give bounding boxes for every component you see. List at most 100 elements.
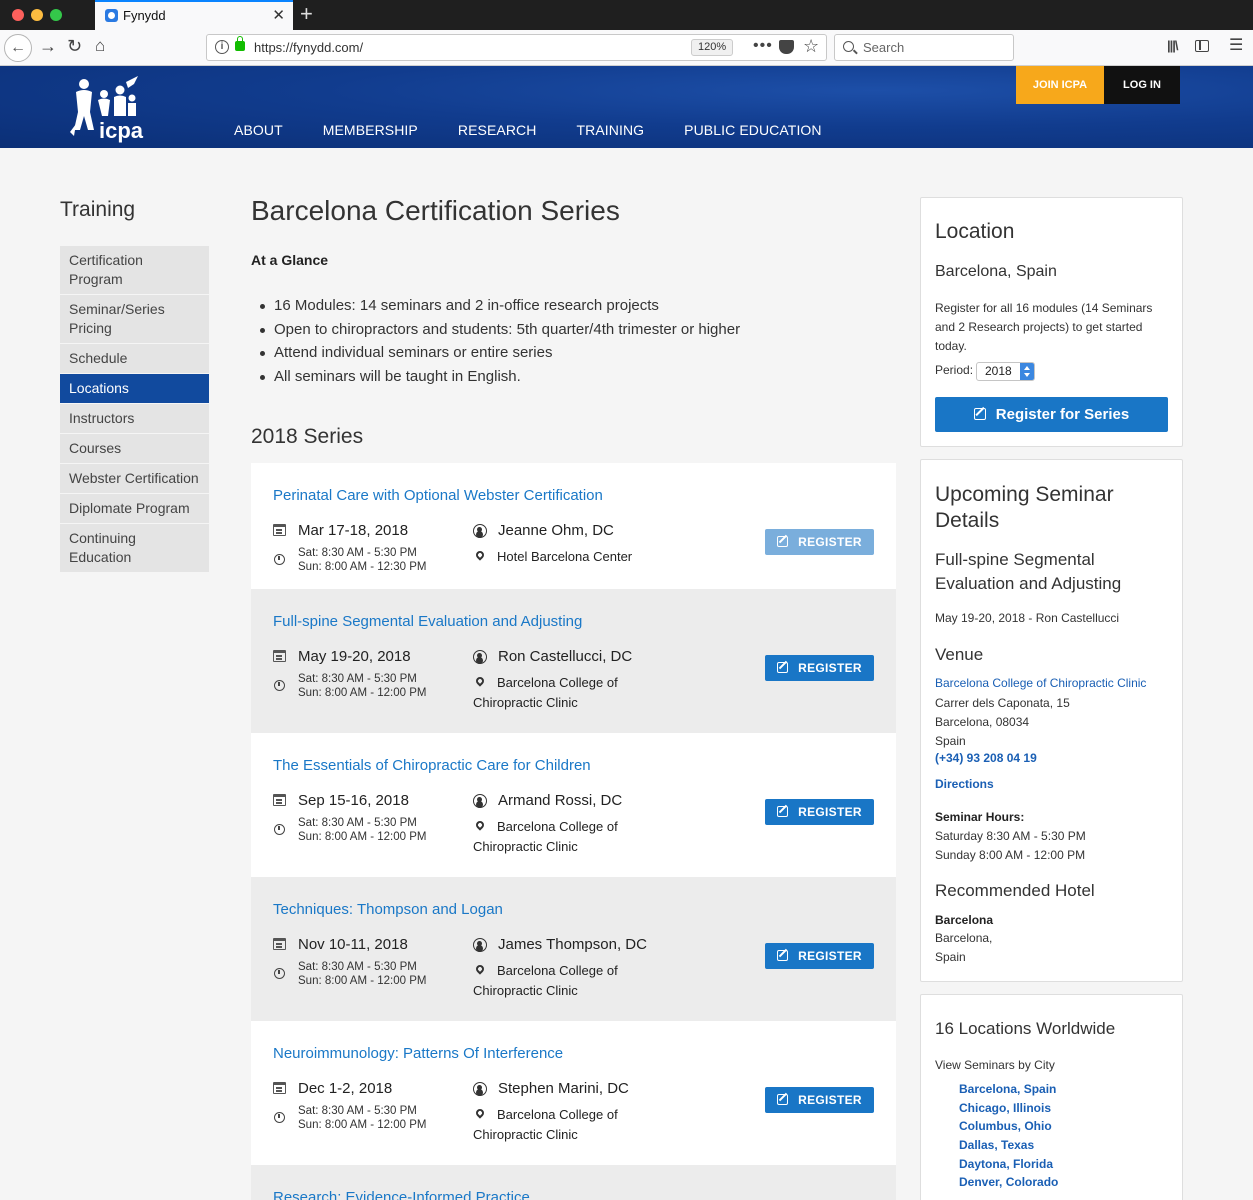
- login-button[interactable]: LOG IN: [1104, 66, 1180, 104]
- edit-icon: [777, 806, 789, 817]
- seminar-title[interactable]: Full-spine Segmental Evaluation and Adju…: [273, 613, 582, 630]
- browser-toolbar: ← → ↻ ⌂ i https://fynydd.com/ 120% ••• ☆…: [0, 30, 1253, 66]
- seminar-title[interactable]: The Essentials of Chiropractic Care for …: [273, 757, 591, 774]
- user-icon: [473, 1082, 487, 1096]
- forward-icon[interactable]: →: [39, 36, 57, 57]
- hamburger-menu-icon[interactable]: ☰: [1229, 35, 1243, 55]
- seminar-title[interactable]: Techniques: Thompson and Logan: [273, 901, 503, 918]
- close-window-icon[interactable]: [12, 9, 24, 21]
- seminar-card: Neuroimmunology: Patterns Of Interferenc…: [251, 1021, 896, 1165]
- library-icon[interactable]: |||\: [1167, 38, 1178, 53]
- nav-research[interactable]: RESEARCH: [458, 122, 537, 138]
- seminar-date: Nov 10-11, 2018: [298, 936, 408, 953]
- list-item: Attend individual seminars or entire ser…: [260, 344, 740, 368]
- seminar-sun-hours: Sun: 8:00 AM - 12:00 PM: [298, 830, 427, 843]
- zoom-indicator[interactable]: 120%: [691, 39, 734, 56]
- seminar-hours: Sat: 8:30 AM - 5:30 PM Sun: 8:00 AM - 12…: [298, 961, 427, 988]
- location-panel: Location Barcelona, Spain Register for a…: [920, 197, 1183, 447]
- sidebar-title: Training: [60, 198, 136, 221]
- close-tab-icon[interactable]: ✕: [272, 6, 285, 24]
- venue-phone-link[interactable]: (+34) 93 208 04 19: [935, 751, 1037, 765]
- sidebar-item-certification-program[interactable]: Certification Program: [60, 246, 209, 295]
- seminar-sun-hours: Sun: 8:00 AM - 12:00 PM: [298, 686, 427, 699]
- register-series-button[interactable]: Register for Series: [935, 397, 1168, 432]
- period-select[interactable]: 2018: [976, 362, 1035, 381]
- seminar-hours: Sat: 8:30 AM - 5:30 PM Sun: 8:00 AM - 12…: [298, 547, 427, 574]
- directions-link[interactable]: Directions: [935, 777, 994, 791]
- sidebar-item-locations[interactable]: Locations: [60, 374, 209, 404]
- reload-icon[interactable]: ↻: [67, 36, 82, 57]
- new-tab-icon[interactable]: +: [300, 1, 313, 27]
- minimize-window-icon[interactable]: [31, 9, 43, 21]
- pocket-icon[interactable]: [779, 40, 794, 54]
- clock-icon: [274, 680, 285, 691]
- back-icon[interactable]: ←: [4, 34, 32, 62]
- period-label: Period:: [935, 363, 974, 377]
- city-link[interactable]: Daytona, Florida: [959, 1157, 1058, 1176]
- city-link[interactable]: Columbus, Ohio: [959, 1119, 1058, 1138]
- sidebar-item-instructors[interactable]: Instructors: [60, 404, 209, 434]
- seminar-date: Dec 1-2, 2018: [298, 1080, 393, 1097]
- browser-tab[interactable]: Fynydd ✕: [95, 0, 293, 30]
- sidebar-toggle-icon[interactable]: [1195, 40, 1209, 52]
- upcoming-seminar-name: Full-spine Segmental Evaluation and Adju…: [935, 550, 1122, 593]
- address-line: Spain: [935, 734, 966, 748]
- city-link[interactable]: Dallas, Texas: [959, 1138, 1058, 1157]
- sidebar-item-pricing[interactable]: Seminar/Series Pricing: [60, 295, 209, 344]
- home-icon[interactable]: ⌂: [95, 36, 105, 56]
- register-button[interactable]: REGISTER: [765, 529, 874, 555]
- city-link[interactable]: Denver, Colorado: [959, 1175, 1058, 1194]
- city-list: Barcelona, Spain Chicago, Illinois Colum…: [959, 1082, 1058, 1194]
- seminar-sun-hours: Sun: 8:00 AM - 12:00 PM: [298, 974, 427, 987]
- glance-heading: At a Glance: [251, 252, 329, 268]
- seminar-card: Perinatal Care with Optional Webster Cer…: [251, 463, 896, 589]
- sidebar-item-continuing-education[interactable]: Continuing Education: [60, 524, 209, 573]
- seminar-title[interactable]: Perinatal Care with Optional Webster Cer…: [273, 487, 603, 504]
- sidebar-item-courses[interactable]: Courses: [60, 434, 209, 464]
- edit-icon: [777, 950, 789, 961]
- site-header: icpa ABOUT MEMBERSHIP RESEARCH TRAINING …: [0, 66, 1253, 148]
- browser-tab-bar: Fynydd ✕ +: [0, 0, 1253, 30]
- user-icon: [473, 524, 487, 538]
- page-actions-icon[interactable]: •••: [753, 37, 773, 55]
- hours-sunday: Sunday 8:00 AM - 12:00 PM: [935, 848, 1086, 862]
- register-button[interactable]: REGISTER: [765, 799, 874, 825]
- sidebar-item-diplomate-program[interactable]: Diplomate Program: [60, 494, 209, 524]
- nav-training[interactable]: TRAINING: [576, 122, 644, 138]
- seminar-venue: Barcelona College of Chiropractic Clinic: [473, 1107, 618, 1142]
- sidebar-item-webster-certification[interactable]: Webster Certification: [60, 464, 209, 494]
- venue-link[interactable]: Barcelona College of Chiropractic Clinic: [935, 676, 1146, 690]
- register-button[interactable]: REGISTER: [765, 1087, 874, 1113]
- hotel-heading: Recommended Hotel: [935, 881, 1095, 900]
- nav-public-education[interactable]: PUBLIC EDUCATION: [684, 122, 821, 138]
- location-city: Barcelona, Spain: [935, 263, 1057, 280]
- clock-icon: [274, 824, 285, 835]
- bookmark-star-icon[interactable]: ☆: [803, 36, 819, 57]
- hours-saturday: Saturday 8:30 AM - 5:30 PM: [935, 829, 1086, 843]
- join-icpa-button[interactable]: JOIN ICPA: [1016, 66, 1104, 104]
- user-icon: [473, 650, 487, 664]
- sidebar-item-schedule[interactable]: Schedule: [60, 344, 209, 374]
- seminar-hours: Sat: 8:30 AM - 5:30 PM Sun: 8:00 AM - 12…: [298, 673, 427, 700]
- upcoming-date-instructor: May 19-20, 2018 - Ron Castellucci: [935, 611, 1120, 625]
- city-link[interactable]: Barcelona, Spain: [959, 1082, 1058, 1101]
- list-item: All seminars will be taught in English.: [260, 368, 740, 392]
- register-button[interactable]: REGISTER: [765, 943, 874, 969]
- nav-about[interactable]: ABOUT: [234, 122, 283, 138]
- search-input[interactable]: Search: [834, 34, 1014, 61]
- register-button[interactable]: REGISTER: [765, 655, 874, 681]
- location-title: Location: [935, 220, 1015, 243]
- seminar-title[interactable]: Research: Evidence-Informed Practice: [273, 1189, 530, 1200]
- url-bar[interactable]: i https://fynydd.com/ 120% ••• ☆: [206, 34, 827, 61]
- city-link[interactable]: Chicago, Illinois: [959, 1101, 1058, 1120]
- seminar-instructor: Armand Rossi, DC: [498, 792, 623, 809]
- seminar-title[interactable]: Neuroimmunology: Patterns Of Interferenc…: [273, 1045, 563, 1062]
- info-icon[interactable]: i: [215, 40, 229, 54]
- worldwide-subtitle: View Seminars by City: [935, 1058, 1055, 1072]
- nav-membership[interactable]: MEMBERSHIP: [323, 122, 418, 138]
- maximize-window-icon[interactable]: [50, 9, 62, 21]
- seminar-venue: Barcelona College of Chiropractic Clinic: [473, 963, 618, 998]
- hotel-city: Barcelona,: [935, 931, 993, 945]
- venue-address: Carrer dels Caponata, 15 Barcelona, 0803…: [935, 694, 1070, 751]
- register-series-label: Register for Series: [995, 406, 1130, 423]
